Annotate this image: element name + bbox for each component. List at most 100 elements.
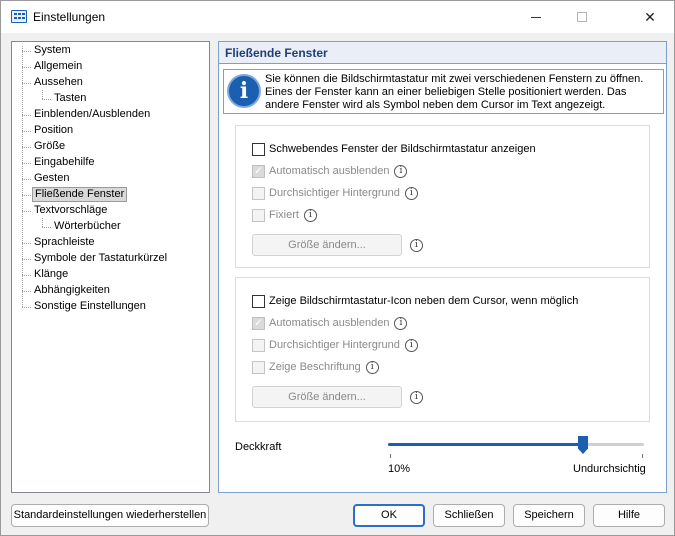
tree-item[interactable]: Allgemein (32, 59, 84, 74)
tree-connector (22, 211, 31, 212)
caption-label: Zeige Beschriftung (269, 361, 361, 373)
tree-connector (42, 227, 51, 228)
tree-connector (22, 275, 31, 276)
tree-item[interactable]: Textvorschläge (32, 203, 109, 218)
tree-connector (42, 99, 51, 100)
tree-connector (22, 259, 31, 260)
tree-connector (22, 46, 23, 307)
maximize-button (559, 1, 605, 33)
settings-tree[interactable]: System Allgemein Aussehen Tasten Einblenden/… (11, 41, 210, 493)
tree-item[interactable]: Sonstige Einstellungen (32, 299, 148, 314)
minimize-icon (531, 16, 541, 18)
opacity-slider[interactable] (388, 434, 646, 464)
tree-item[interactable]: Position (32, 123, 75, 138)
tree-item[interactable]: Tasten (52, 91, 88, 106)
settings-window: Einstellungen ✕ System Allgemein Aussehen T… (0, 0, 675, 536)
tree-connector (22, 83, 31, 84)
tree-connector (22, 115, 31, 116)
window-title: Einstellungen (33, 10, 106, 24)
panel-header: Fließende Fenster (219, 42, 666, 64)
maximize-icon (577, 12, 587, 22)
slider-tick-min (390, 454, 391, 458)
help-icon[interactable]: i (394, 316, 408, 330)
minimize-button[interactable] (513, 1, 559, 33)
tree-connector (22, 291, 31, 292)
tree-connector (22, 307, 31, 308)
close-icon: ✕ (644, 8, 656, 25)
tree-item[interactable]: Gesten (32, 171, 71, 186)
help-icon[interactable]: i (410, 391, 423, 404)
transparent-1-label: Durchsichtiger Hintergrund (269, 187, 400, 199)
tree-connector (22, 163, 31, 164)
tree-item[interactable]: Abhängigkeiten (32, 283, 112, 298)
slider-fill (388, 443, 583, 446)
help-icon[interactable]: i (365, 360, 379, 374)
transparent-2-row: Durchsichtiger Hintergrund i (252, 337, 418, 353)
help-icon[interactable]: i (410, 239, 423, 252)
transparent-2-label: Durchsichtiger Hintergrund (269, 339, 400, 351)
tree-item[interactable]: Fließende Fenster (32, 187, 128, 202)
floating-window-label: Schwebendes Fenster der Bildschirmtastat… (269, 143, 536, 155)
auto-hide-1-row: ✓ Automatisch ausblenden i (252, 163, 408, 179)
tree-item[interactable]: Sprachleiste (32, 235, 97, 250)
transparent-1-row: Durchsichtiger Hintergrund i (252, 185, 418, 201)
settings-panel: Fließende Fenster i Sie können die Bilds… (218, 41, 667, 493)
cursor-icon-checkbox-row[interactable]: Zeige Bildschirmtastatur-Icon neben dem … (252, 293, 578, 309)
tree-connector (22, 131, 31, 132)
auto-hide-1-label: Automatisch ausblenden (269, 165, 390, 177)
opacity-min-label: 10% (388, 463, 411, 475)
tree-item[interactable]: Wörterbücher (52, 219, 123, 234)
tree-item[interactable]: Einblenden/Ausblenden (32, 107, 152, 122)
auto-hide-1-checkbox: ✓ (252, 164, 265, 178)
cursor-icon-label: Zeige Bildschirmtastatur-Icon neben dem … (269, 295, 579, 307)
tree-item[interactable]: System (32, 43, 73, 58)
cursor-icon-group: Zeige Bildschirmtastatur-Icon neben dem … (235, 277, 650, 422)
slider-tick-max (642, 454, 643, 458)
resize-2-button: Größe ändern... (252, 386, 402, 408)
floating-window-group: Schwebendes Fenster der Bildschirmtastat… (235, 125, 650, 268)
floating-window-checkbox-row[interactable]: Schwebendes Fenster der Bildschirmtastat… (252, 141, 536, 157)
keyboard-icon (11, 10, 27, 23)
caption-row: Zeige Beschriftung i (252, 359, 379, 375)
resize-1-button: Größe ändern... (252, 234, 402, 256)
tree-connector (42, 90, 43, 99)
tree-connector (22, 195, 31, 196)
caption-checkbox (252, 360, 265, 374)
tree-connector (22, 51, 31, 52)
info-box: i Sie können die Bildschirmtastatur mit … (223, 69, 664, 114)
help-icon[interactable]: i (404, 338, 418, 352)
close-button[interactable]: Schließen (433, 504, 505, 527)
tree-item[interactable]: Klänge (32, 267, 70, 282)
tree-connector (22, 243, 31, 244)
help-icon[interactable]: i (404, 186, 418, 200)
opacity-label: Deckkraft (235, 441, 282, 453)
help-button[interactable]: Hilfe (593, 504, 665, 527)
tree-connector (22, 67, 31, 68)
floating-window-checkbox[interactable] (252, 142, 265, 156)
restore-defaults-button[interactable]: Standardeinstellungen wiederherstellen (11, 504, 209, 527)
title-bar[interactable]: Einstellungen ✕ (1, 1, 674, 33)
fixed-checkbox (252, 208, 265, 222)
cursor-icon-checkbox[interactable] (252, 294, 265, 308)
info-icon: i (227, 74, 261, 108)
tree-connector (22, 179, 31, 180)
slider-thumb[interactable] (578, 436, 588, 454)
help-icon[interactable]: i (394, 164, 408, 178)
help-icon[interactable]: i (303, 208, 317, 222)
transparent-2-checkbox (252, 338, 265, 352)
info-text: Sie können die Bildschirmtastatur mit zw… (265, 73, 644, 111)
save-button[interactable]: Speichern (513, 504, 585, 527)
tree-item[interactable]: Eingabehilfe (32, 155, 97, 170)
tree-item[interactable]: Symbole der Tastaturkürzel (32, 251, 169, 266)
close-window-button[interactable]: ✕ (627, 1, 673, 33)
tree-connector (42, 218, 43, 227)
ok-button[interactable]: OK (353, 504, 425, 527)
fixed-row: Fixiert i (252, 207, 317, 223)
auto-hide-2-row: ✓ Automatisch ausblenden i (252, 315, 408, 331)
opacity-max-label: Undurchsichtig (573, 463, 646, 475)
transparent-1-checkbox (252, 186, 265, 200)
tree-item[interactable]: Aussehen (32, 75, 85, 90)
tree-item[interactable]: Größe (32, 139, 67, 154)
auto-hide-2-checkbox: ✓ (252, 316, 265, 330)
auto-hide-2-label: Automatisch ausblenden (269, 317, 390, 329)
